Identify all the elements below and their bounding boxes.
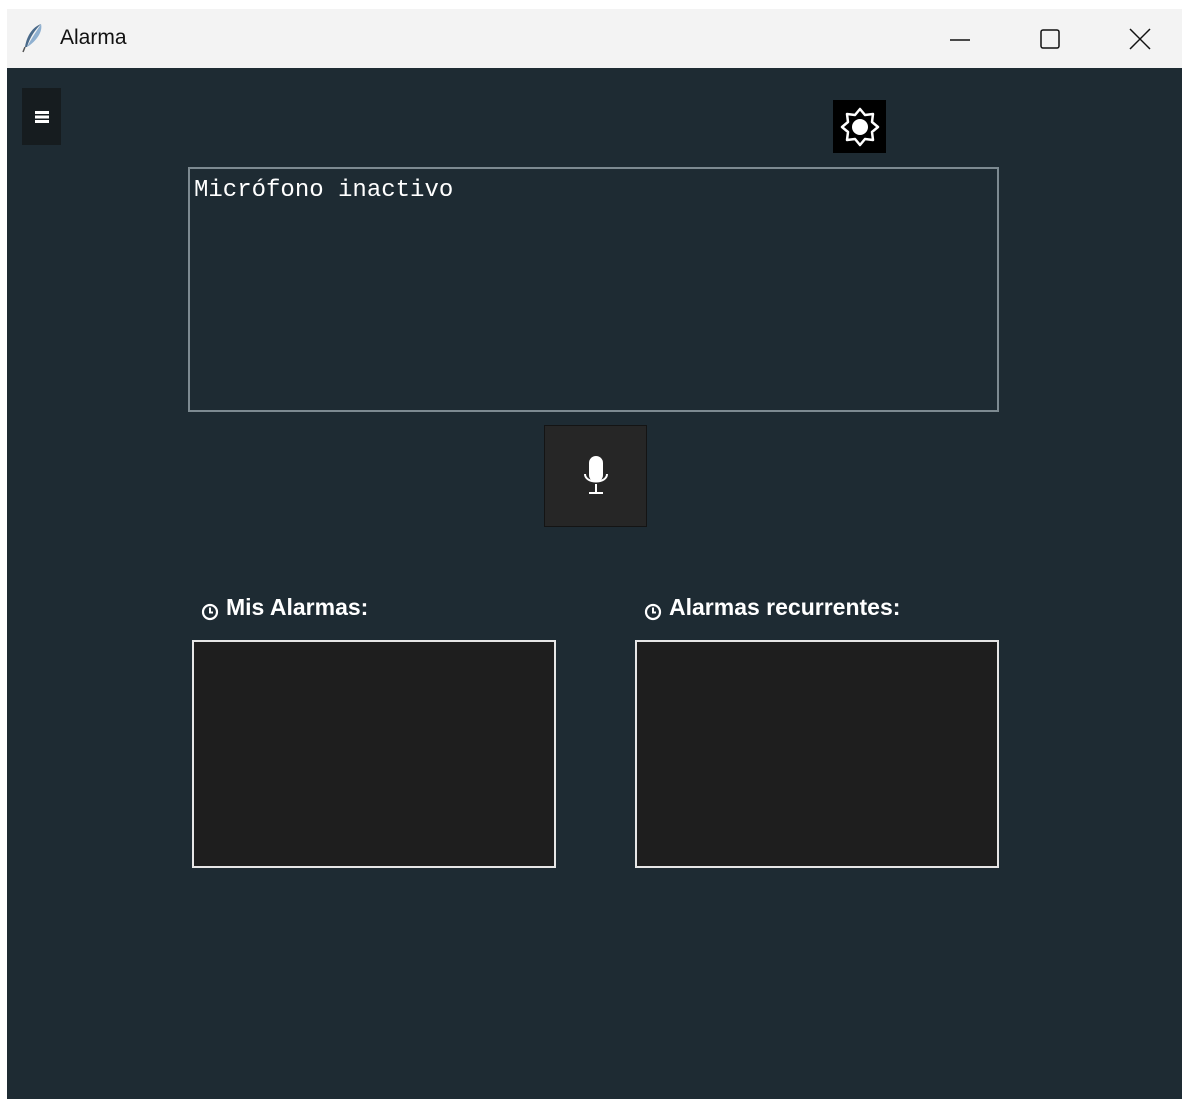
clock-icon bbox=[644, 603, 662, 620]
close-button[interactable] bbox=[1095, 9, 1182, 68]
microphone-button[interactable] bbox=[544, 425, 647, 527]
transcript-box[interactable]: Micrófono inactivo bbox=[188, 167, 999, 412]
window-title: Alarma bbox=[60, 26, 127, 49]
minimize-icon bbox=[950, 38, 970, 41]
clock-icon bbox=[201, 603, 219, 620]
recurring-alarms-list[interactable] bbox=[635, 640, 999, 868]
minimize-button[interactable] bbox=[915, 9, 1005, 68]
brightness-icon bbox=[840, 107, 879, 146]
feather-icon bbox=[22, 24, 42, 53]
maximize-button[interactable] bbox=[1005, 9, 1095, 68]
recurring-alarms-heading: Alarmas recurrentes: bbox=[644, 594, 900, 621]
my-alarms-heading: Mis Alarmas: bbox=[201, 594, 368, 621]
title-bar[interactable]: Alarma bbox=[7, 9, 1182, 68]
microphone-icon bbox=[583, 456, 608, 494]
close-icon bbox=[1129, 27, 1151, 50]
recurring-alarms-label: Alarmas recurrentes: bbox=[669, 594, 901, 620]
hamburger-menu-icon bbox=[34, 110, 49, 123]
maximize-icon bbox=[1040, 28, 1060, 49]
transcript-text: Micrófono inactivo bbox=[194, 177, 454, 204]
main-content: Micrófono inactivo Mis Alarmas: Alarmas … bbox=[7, 68, 1182, 1099]
my-alarms-list[interactable] bbox=[192, 640, 556, 868]
my-alarms-label: Mis Alarmas: bbox=[226, 594, 369, 620]
theme-toggle-button[interactable] bbox=[833, 100, 886, 153]
menu-button[interactable] bbox=[22, 88, 61, 145]
app-window: Alarma Micrófono inactivo Mis Alarmas: A… bbox=[7, 9, 1182, 1099]
